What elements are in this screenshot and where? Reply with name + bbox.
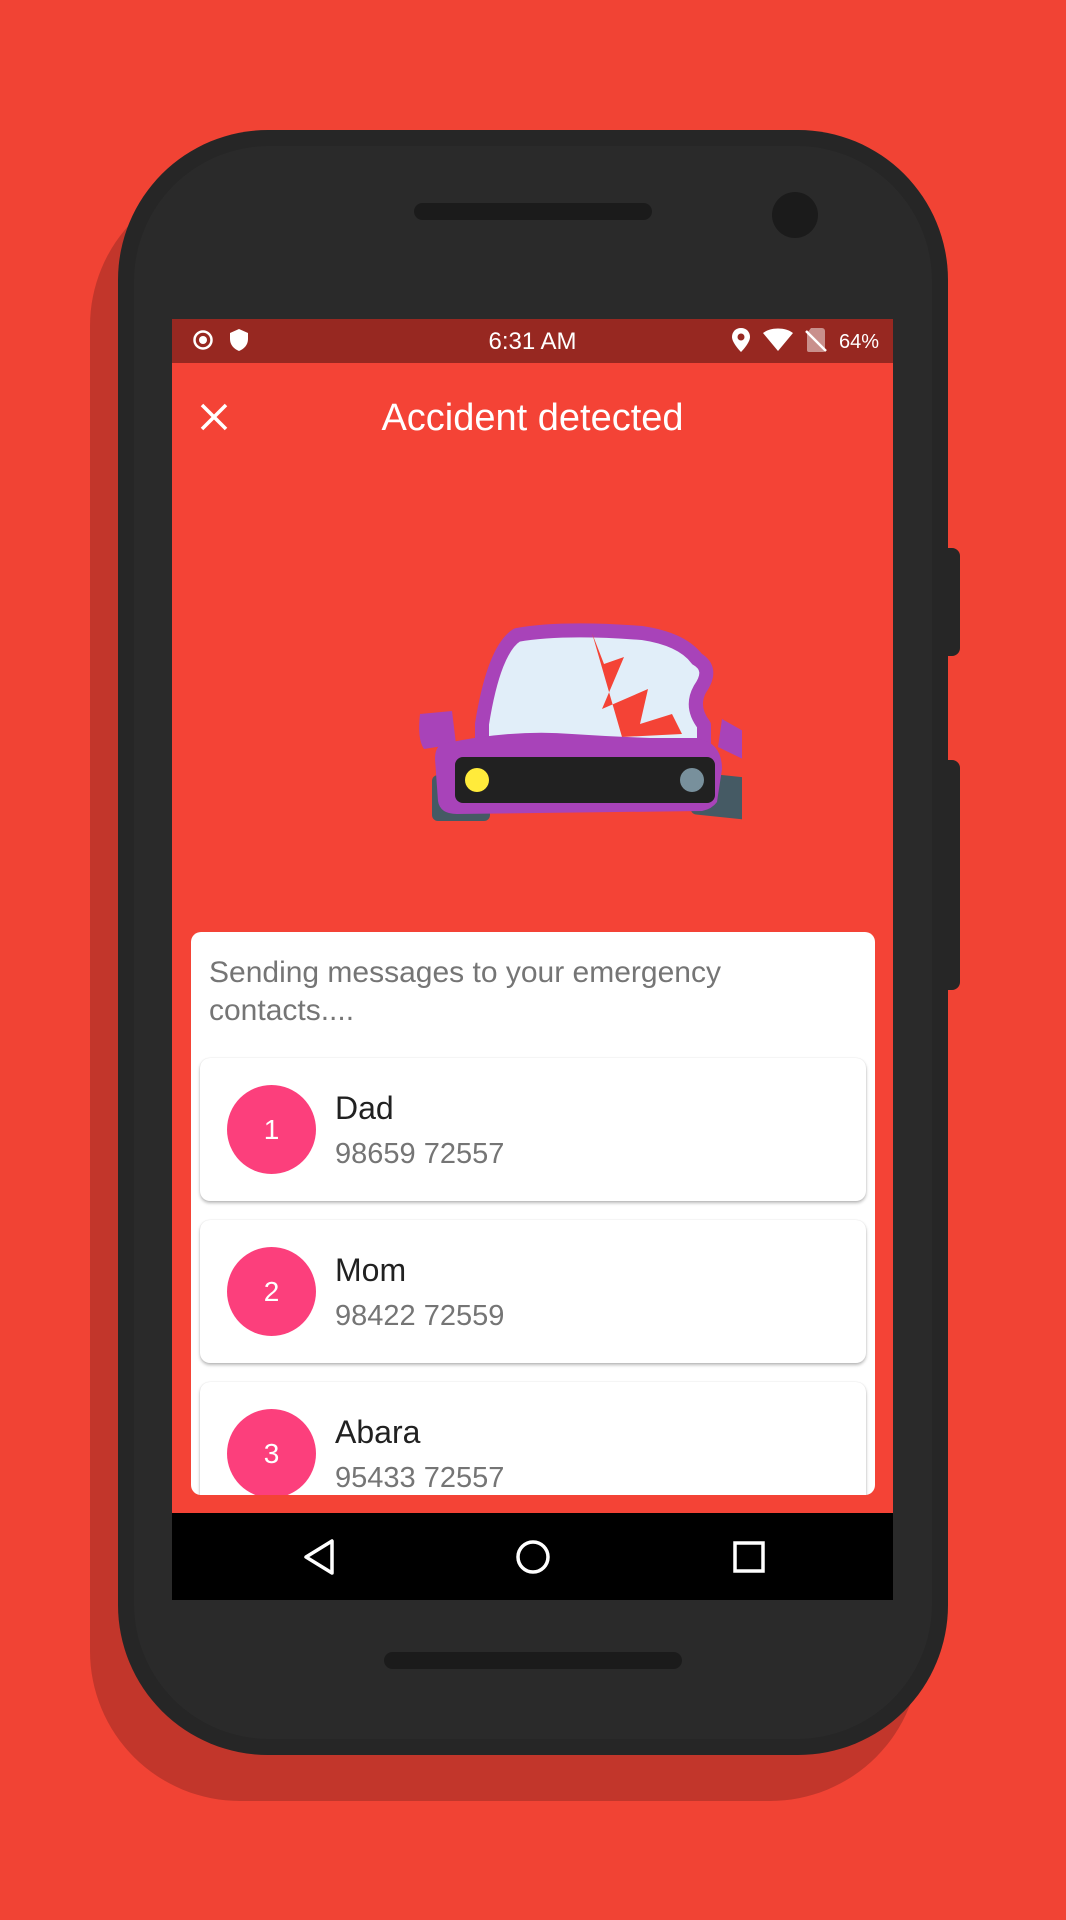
contact-item[interactable]: 1 Dad 98659 72557: [200, 1058, 866, 1201]
status-bar: 6:31 AM 64%: [172, 319, 893, 363]
phone-volume-button: [948, 760, 960, 990]
home-circle-icon: [516, 1540, 550, 1574]
wifi-icon: [762, 328, 793, 357]
crashed-car-illustration: [419, 623, 742, 821]
contact-name: Dad: [335, 1090, 394, 1126]
home-button[interactable]: [509, 1533, 557, 1581]
contact-name: Mom: [335, 1252, 407, 1288]
phone-earpiece: [414, 203, 652, 220]
contact-avatar: 3: [227, 1409, 316, 1495]
back-triangle-icon: [304, 1539, 334, 1575]
no-sim-icon: [805, 327, 827, 358]
recents-square-icon: [733, 1541, 765, 1573]
phone-bottom-speaker: [384, 1652, 682, 1669]
page-title: Accident detected: [381, 397, 684, 439]
emergency-contacts-card: Sending messages to your emergency conta…: [191, 932, 875, 1495]
sending-status-message: Sending messages to your emergency conta…: [209, 956, 721, 1027]
contact-avatar: 2: [227, 1247, 316, 1336]
app-screen: 6:31 AM 64% Accident detected Sending me…: [172, 319, 893, 1600]
battery-level: 64%: [838, 331, 879, 353]
contact-phone: 98659 72557: [335, 1138, 505, 1170]
toolbar: Accident detected: [172, 363, 893, 478]
contact-item[interactable]: 3 Abara 95433 72557: [200, 1382, 866, 1495]
phone-side-button: [948, 548, 960, 656]
back-button[interactable]: [295, 1533, 343, 1581]
contact-name: Abara: [335, 1414, 421, 1450]
phone-camera: [772, 192, 818, 238]
recents-button[interactable]: [725, 1533, 773, 1581]
contact-avatar: 1: [227, 1085, 316, 1174]
navigation-bar: [172, 1513, 893, 1600]
location-icon: [731, 327, 751, 358]
contact-phone: 95433 72557: [335, 1462, 505, 1494]
contact-phone: 98422 72559: [335, 1300, 505, 1332]
contact-item[interactable]: 2 Mom 98422 72559: [200, 1220, 866, 1363]
